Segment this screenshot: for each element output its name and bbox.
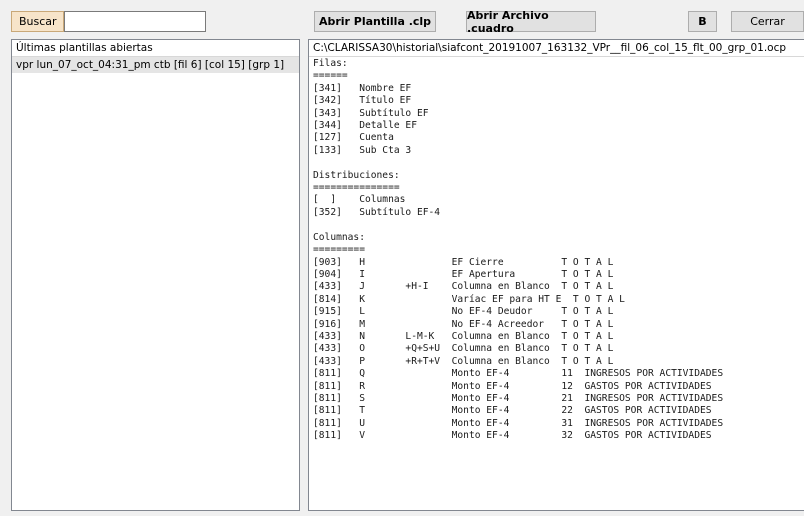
open-file-button[interactable]: Abrir Archivo .cuadro [466, 9, 596, 35]
b-button[interactable]: B [688, 11, 717, 32]
search-button[interactable]: Buscar [11, 11, 64, 32]
recent-template-item[interactable]: vpr lun_07_oct_04:31_pm ctb [fil 6] [col… [12, 57, 299, 73]
file-path: C:\CLARISSA30\historial\siafcont_2019100… [309, 40, 804, 57]
template-preview-panel[interactable]: C:\CLARISSA30\historial\siafcont_2019100… [308, 39, 804, 511]
recent-templates-list[interactable]: Últimas plantillas abiertas vpr lun_07_o… [11, 39, 300, 511]
template-content: Filas: ====== [341] Nombre EF [342] Títu… [313, 58, 724, 442]
close-button[interactable]: Cerrar [731, 11, 804, 32]
search-input[interactable] [64, 11, 206, 32]
recent-templates-header: Últimas plantillas abiertas [12, 40, 299, 57]
open-template-button[interactable]: Abrir Plantilla .clp [314, 11, 436, 32]
